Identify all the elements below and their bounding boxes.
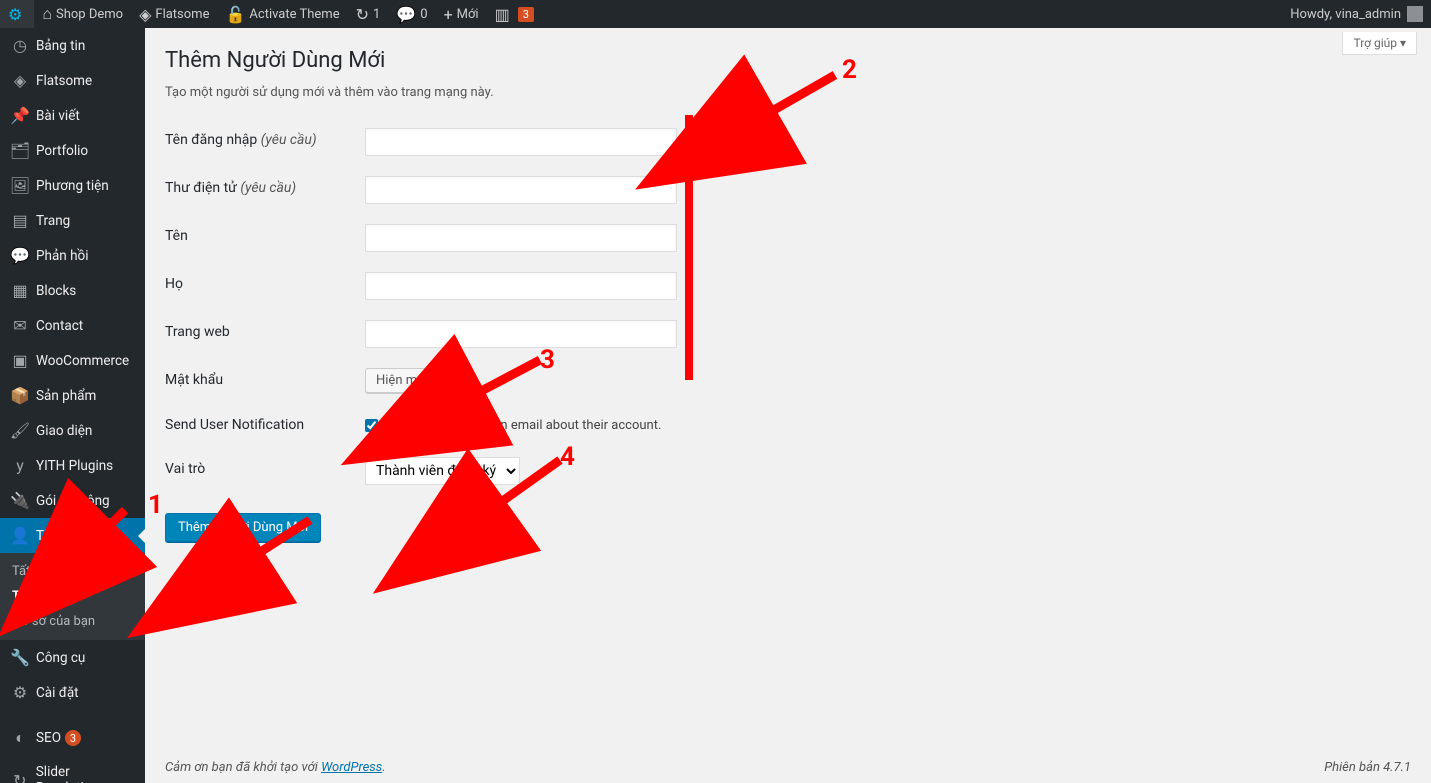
- role-select[interactable]: Thành viên đăng ký: [365, 457, 520, 485]
- website-input[interactable]: [365, 320, 677, 348]
- password-label: Mật khẩu: [165, 372, 223, 388]
- sidebar-item-woocommerce[interactable]: ▣WooCommerce: [0, 343, 145, 378]
- sidebar-item-appearance[interactable]: 🖌Giao diện: [0, 413, 145, 448]
- dashboard-icon: ◷: [10, 36, 30, 55]
- flatsome-icon: ◈: [10, 71, 30, 90]
- site-name-menu[interactable]: ⌂ Shop Demo: [34, 0, 131, 28]
- vc-menu[interactable]: ▥3: [487, 0, 542, 28]
- lastname-label: Họ: [165, 276, 183, 292]
- sidebar-item-contact[interactable]: ✉Contact: [0, 308, 145, 343]
- sidebar-item-seo[interactable]: ◐SEO3: [0, 720, 145, 756]
- sidebar-item-dashboard[interactable]: ◷Bảng tin: [0, 28, 145, 63]
- role-label: Vai trò: [165, 461, 205, 477]
- sidebar-item-yith[interactable]: yYITH Plugins: [0, 448, 145, 483]
- slider-icon: ↻: [10, 771, 30, 783]
- page-title: Thêm Người Dùng Mới: [165, 48, 1411, 73]
- firstname-input[interactable]: [365, 224, 677, 252]
- website-label: Trang web: [165, 324, 230, 340]
- comments-menu[interactable]: 💬0: [388, 0, 435, 28]
- wrench-icon: 🔧: [10, 648, 30, 667]
- sidebar-item-blocks[interactable]: ▦Blocks: [0, 273, 145, 308]
- my-account-menu[interactable]: Howdy, vina_admin: [1282, 6, 1431, 22]
- wordpress-link[interactable]: WordPress: [321, 760, 382, 775]
- sidebar-sub-all-users[interactable]: Tất Cả Người Dùng: [0, 559, 145, 584]
- sidebar-item-comments[interactable]: 💬Phản hồi: [0, 238, 145, 273]
- sidebar-item-products[interactable]: 📦Sản phẩm: [0, 378, 145, 413]
- sidebar-item-settings[interactable]: ⚙Cài đặt: [0, 675, 145, 710]
- lastname-input[interactable]: [365, 272, 677, 300]
- unlock-icon: 🔓: [225, 5, 245, 24]
- vc-badge: 3: [518, 7, 534, 22]
- flatsome-icon: ◈: [139, 5, 151, 24]
- comment-icon: 💬: [10, 246, 30, 265]
- sidebar-item-pages[interactable]: ▤Trang: [0, 203, 145, 238]
- blocks-icon: ▦: [10, 281, 30, 300]
- media-icon: 🖼: [10, 176, 30, 195]
- sidebar-sub-profile[interactable]: Hồ sơ của bạn: [0, 609, 145, 634]
- send-notif-checkbox[interactable]: [365, 419, 378, 432]
- site-name: Shop Demo: [56, 7, 123, 22]
- sidebar-item-users[interactable]: 👤Thành viên: [0, 518, 145, 553]
- yith-icon: y: [10, 456, 30, 475]
- mail-icon: ✉: [10, 316, 30, 335]
- submit-button[interactable]: Thêm Người Dùng Mới: [165, 513, 321, 542]
- wordpress-icon: ⚙: [8, 5, 22, 24]
- settings-icon: ⚙: [10, 683, 30, 702]
- sidebar-item-media[interactable]: 🖼Phương tiện: [0, 168, 145, 203]
- woocommerce-icon: ▣: [10, 351, 30, 370]
- email-input[interactable]: [365, 176, 677, 204]
- vc-icon: ▥: [495, 5, 510, 24]
- avatar: [1407, 6, 1423, 22]
- sidebar-item-portfolio[interactable]: 🗂Portfolio: [0, 133, 145, 168]
- show-password-button[interactable]: Hiện mật khẩu: [365, 368, 471, 393]
- sidebar-item-flatsome[interactable]: ◈Flatsome: [0, 63, 145, 98]
- updates-menu[interactable]: ↻1: [348, 0, 389, 28]
- sidebar-sub-add-new[interactable]: Thêm mới: [0, 584, 145, 609]
- update-icon: ↻: [356, 5, 369, 24]
- sidebar-item-posts[interactable]: 📌Bài viết: [0, 98, 145, 133]
- firstname-label: Tên: [165, 228, 188, 244]
- sidebar-item-plugins[interactable]: 🔌Gói mở rộng: [0, 483, 145, 518]
- seo-icon: ◐: [10, 728, 30, 748]
- page-description: Tạo một người sử dụng mới và thêm vào tr…: [165, 85, 1411, 100]
- email-label: Thư điện tử: [165, 180, 237, 196]
- sidebar-item-tools[interactable]: 🔧Công cụ: [0, 640, 145, 675]
- plugin-icon: 🔌: [10, 491, 30, 510]
- seo-badge: 3: [65, 730, 81, 746]
- help-tab[interactable]: Trợ giúp ▾: [1342, 32, 1417, 55]
- footer: Cảm ơn bạn đã khởi tạo với WordPress. Ph…: [165, 760, 1411, 775]
- flatsome-menu[interactable]: ◈Flatsome: [131, 0, 217, 28]
- send-notif-desc: Send the new user an email about their a…: [384, 418, 661, 433]
- product-icon: 📦: [10, 386, 30, 405]
- content-area: Trợ giúp ▾ Thêm Người Dùng Mới Tạo một n…: [145, 28, 1431, 783]
- portfolio-icon: 🗂: [10, 141, 30, 160]
- activate-theme-menu[interactable]: 🔓Activate Theme: [217, 0, 347, 28]
- admin-sidebar: ◷Bảng tin ◈Flatsome 📌Bài viết 🗂Portfolio…: [0, 28, 145, 783]
- wp-logo-menu[interactable]: ⚙: [0, 0, 34, 28]
- pin-icon: 📌: [10, 106, 30, 125]
- user-icon: 👤: [10, 526, 30, 545]
- page-icon: ▤: [10, 211, 30, 230]
- users-submenu: Tất Cả Người Dùng Thêm mới Hồ sơ của bạn: [0, 553, 145, 640]
- comment-icon: 💬: [396, 5, 416, 24]
- username-input[interactable]: [365, 128, 677, 156]
- new-content-menu[interactable]: +Mới: [436, 0, 487, 28]
- sidebar-item-slider[interactable]: ↻Slider Revolution: [0, 756, 145, 783]
- admin-bar: ⚙ ⌂ Shop Demo ◈Flatsome 🔓Activate Theme ↻…: [0, 0, 1431, 28]
- user-form: Tên đăng nhập (yêu cầu) Thư điện tử (yêu…: [165, 118, 677, 495]
- plus-icon: +: [444, 5, 453, 24]
- version-text: Phiên bản 4.7.1: [1324, 760, 1411, 775]
- send-notif-label: Send User Notification: [165, 417, 304, 433]
- brush-icon: 🖌: [10, 421, 30, 440]
- home-icon: ⌂: [42, 4, 52, 24]
- username-label: Tên đăng nhập: [165, 132, 257, 148]
